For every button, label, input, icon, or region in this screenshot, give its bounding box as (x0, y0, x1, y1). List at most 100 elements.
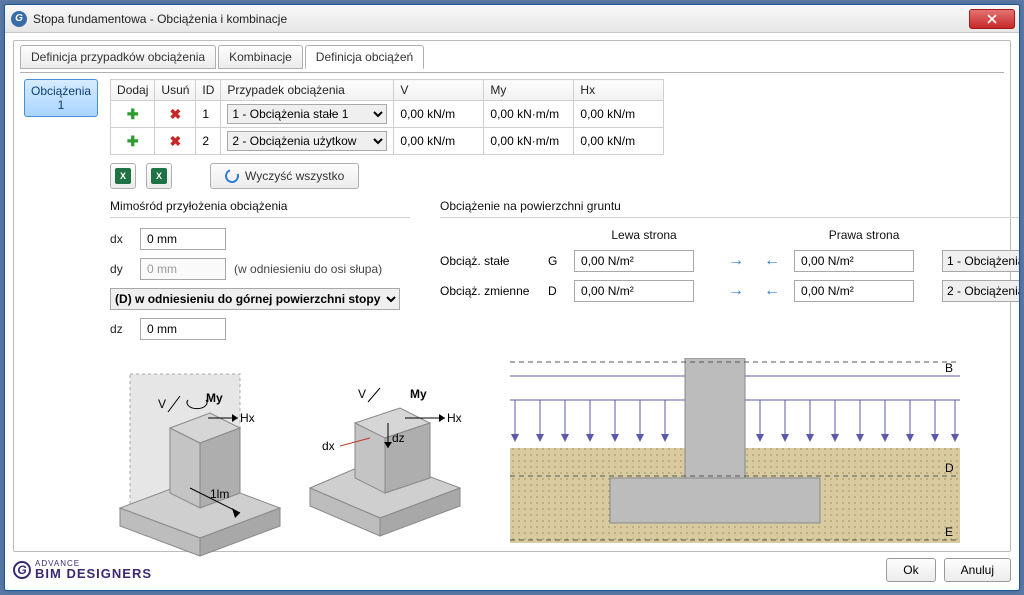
col-add: Dodaj (111, 80, 155, 101)
col-v: V (394, 80, 484, 101)
col-del: Usuń (155, 80, 196, 101)
row-id: 1 (196, 101, 221, 128)
tab-load-cases[interactable]: Definicja przypadków obciążenia (20, 45, 216, 69)
svg-text:My: My (206, 391, 223, 405)
loads-table: Dodaj Usuń ID Przypadek obciążenia V My … (110, 79, 664, 155)
table-row: ✚ ✖ 2 2 - Obciążenia użytkow 0,00 kN/m 0… (111, 128, 664, 155)
dx-input[interactable] (140, 228, 226, 250)
clear-all-label: Wyczyść wszystko (245, 169, 344, 183)
section-diagram: B D E (500, 358, 970, 558)
right-side-label: Prawa strona (794, 228, 934, 242)
brand: G ADVANCE BIM DESIGNERS (13, 559, 152, 581)
dy-hint: (w odniesieniu do osi słupa) (234, 262, 382, 276)
eccentricity-section: Mimośród przyłożenia obciążenia dx dy (w… (110, 199, 410, 348)
col-case: Przypadek obciążenia (221, 80, 394, 101)
svg-text:My: My (410, 387, 427, 401)
row-case-select[interactable]: 1 - Obciążenia stałe 1 (227, 104, 387, 124)
svg-text:D: D (945, 461, 954, 475)
brand-text: BIM DESIGNERS (35, 566, 152, 581)
svg-text:dx: dx (322, 439, 335, 453)
excel-import-button[interactable]: X (110, 163, 136, 189)
arrow-right-icon[interactable]: → (722, 252, 750, 270)
row-hx[interactable]: 0,00 kN/m (574, 128, 664, 155)
excel-icon: X (115, 168, 131, 184)
window: G Stopa fundamentowa - Obciążenia i komb… (4, 4, 1020, 591)
svg-text:V: V (358, 387, 366, 401)
svg-text:Hx: Hx (447, 411, 462, 425)
svg-text:B: B (945, 361, 953, 375)
row-v[interactable]: 0,00 kN/m (394, 101, 484, 128)
reference-select[interactable]: (D) w odniesieniu do górnej powierzchni … (110, 288, 400, 310)
row-case-select[interactable]: 2 - Obciążenia użytkow (227, 131, 387, 151)
arrow-right-icon[interactable]: → (722, 282, 750, 300)
row-id: 2 (196, 128, 221, 155)
divider (440, 217, 1020, 218)
add-row-icon[interactable]: ✚ (111, 101, 155, 128)
svg-text:dz: dz (392, 431, 405, 445)
row-hx[interactable]: 0,00 kN/m (574, 101, 664, 128)
dz-input[interactable] (140, 318, 226, 340)
g-symbol: G (548, 254, 566, 268)
app-icon: G (11, 11, 27, 27)
table-toolbar: X X Wyczyść wszystko (110, 163, 1020, 189)
row-d-label: Obciąż. zmienne (440, 284, 540, 298)
left-column: Obciążenia 1 (24, 79, 98, 558)
brand-logo-icon: G (13, 561, 31, 579)
sidebar-item-loads1[interactable]: Obciążenia 1 (24, 79, 98, 117)
d-right-input[interactable] (794, 280, 914, 302)
diagram-row: V My Hx 1lm (110, 358, 1020, 558)
cancel-button[interactable]: Anuluj (944, 558, 1011, 582)
close-icon (987, 14, 997, 24)
close-button[interactable] (969, 9, 1015, 29)
row-g-label: Obciąż. stałe (440, 254, 540, 268)
d-left-input[interactable] (574, 280, 694, 302)
table-row: ✚ ✖ 1 1 - Obciążenia stałe 1 0,00 kN/m 0… (111, 101, 664, 128)
d-symbol: D (548, 284, 566, 298)
g-case-select[interactable]: 1 - Obciążenia stałe 1 (942, 250, 1020, 272)
tab-combinations[interactable]: Kombinacje (218, 45, 303, 69)
tab-strip: Definicja przypadków obciążenia Kombinac… (20, 45, 1004, 69)
left-side-label: Lewa strona (574, 228, 714, 242)
d-case-select[interactable]: 2 - Obciążenia użytkow (942, 280, 1020, 302)
row-v[interactable]: 0,00 kN/m (394, 128, 484, 155)
svg-text:Hx: Hx (240, 411, 255, 425)
row-my[interactable]: 0,00 kN·m/m (484, 101, 574, 128)
svg-text:V: V (158, 397, 166, 411)
dy-input (140, 258, 226, 280)
footer: G ADVANCE BIM DESIGNERS Ok Anuluj (13, 556, 1011, 584)
clear-all-button[interactable]: Wyczyść wszystko (210, 163, 359, 189)
footing-3d-diagram: V My Hx 1lm (110, 358, 470, 558)
excel-export-button[interactable]: X (146, 163, 172, 189)
delete-row-icon[interactable]: ✖ (155, 101, 196, 128)
dy-label: dy (110, 262, 132, 276)
window-title: Stopa fundamentowa - Obciążenia i kombin… (33, 12, 969, 26)
arrow-left-icon[interactable]: ← (758, 252, 786, 270)
excel-icon: X (151, 168, 167, 184)
tab-load-definition[interactable]: Definicja obciążeń (305, 45, 424, 69)
surface-load-title: Obciążenie na powierzchni gruntu (440, 199, 1020, 213)
arrow-left-icon[interactable]: ← (758, 282, 786, 300)
two-column-section: Mimośród przyłożenia obciążenia dx dy (w… (110, 199, 1020, 348)
g-left-input[interactable] (574, 250, 694, 272)
col-id: ID (196, 80, 221, 101)
g-right-input[interactable] (794, 250, 914, 272)
main-area: Dodaj Usuń ID Przypadek obciążenia V My … (110, 79, 1020, 558)
eccentricity-title: Mimośród przyłożenia obciążenia (110, 199, 410, 213)
ok-button[interactable]: Ok (886, 558, 935, 582)
col-hx: Hx (574, 80, 664, 101)
dx-label: dx (110, 232, 132, 246)
delete-row-icon[interactable]: ✖ (155, 128, 196, 155)
tab-panel: Obciążenia 1 Dodaj Usuń ID Przypadek obc… (20, 72, 1004, 562)
surface-load-grid: Lewa strona Prawa strona Obciąż. stałe G… (440, 228, 1020, 302)
row-my[interactable]: 0,00 kN·m/m (484, 128, 574, 155)
content-pane: Definicja przypadków obciążenia Kombinac… (13, 40, 1011, 552)
add-row-icon[interactable]: ✚ (111, 128, 155, 155)
dz-label: dz (110, 322, 132, 336)
svg-text:1lm: 1lm (210, 487, 229, 501)
titlebar: G Stopa fundamentowa - Obciążenia i komb… (5, 5, 1019, 33)
surface-load-section: Obciążenie na powierzchni gruntu Lewa st… (440, 199, 1020, 348)
divider (110, 217, 410, 218)
svg-text:E: E (945, 525, 953, 539)
table-header-row: Dodaj Usuń ID Przypadek obciążenia V My … (111, 80, 664, 101)
refresh-icon (223, 167, 242, 186)
